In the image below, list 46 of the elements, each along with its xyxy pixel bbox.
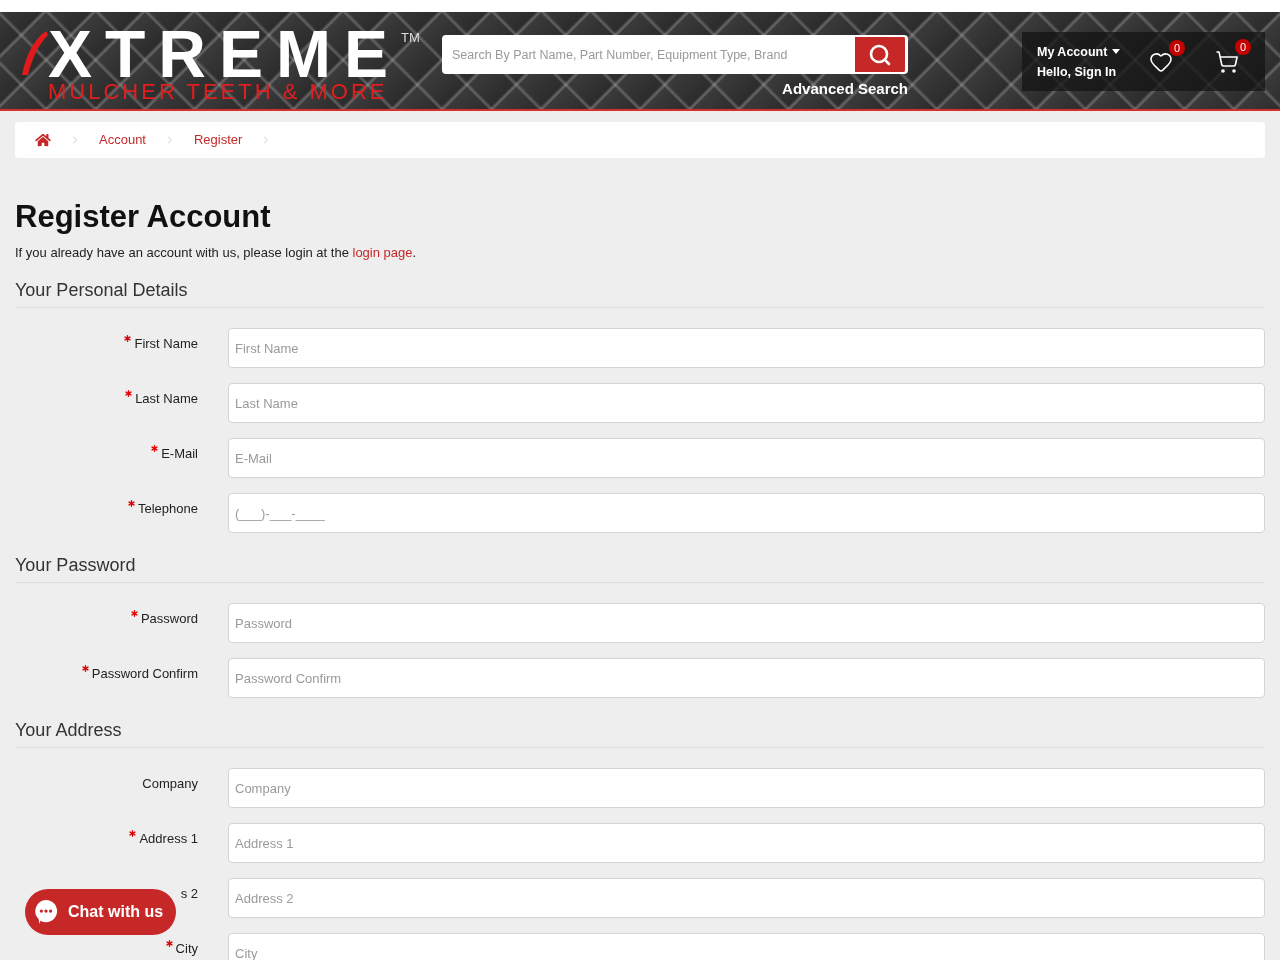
trademark-text: TM	[401, 31, 420, 44]
input-field[interactable]: E-Mail	[228, 438, 1265, 478]
wishlist-count: 0	[1169, 39, 1185, 56]
login-link[interactable]: login page	[352, 245, 413, 260]
cart-icon	[1215, 49, 1239, 74]
input-field[interactable]: (___)-___-____	[228, 493, 1265, 533]
swoosh-icon	[20, 29, 48, 77]
advanced-search-link[interactable]: Advanced Search	[782, 80, 908, 98]
field-label: City	[175, 940, 198, 958]
field-label: Password	[140, 610, 198, 628]
intro-text: If you already have an account with us, please login at the login page.	[15, 244, 417, 262]
home-link[interactable]	[35, 133, 51, 147]
sign-in-link[interactable]: Hello, Sign In	[1037, 63, 1117, 80]
chat-button[interactable]: Chat with us	[25, 889, 177, 935]
breadcrumb-link[interactable]: Account	[99, 130, 146, 150]
my-account-dropdown[interactable]: My Account	[1037, 43, 1142, 60]
logo-tagline: MULCHER TEETH & MORE	[48, 81, 388, 103]
caret-icon	[1112, 49, 1121, 54]
field-label: Last Name	[135, 390, 198, 408]
chat-bubble-icon	[34, 899, 58, 925]
section-title: Your Password	[15, 554, 136, 577]
home-icon	[35, 133, 51, 147]
search-field[interactable]: Search By Part Name, Part Number, Equipment Type, Brand	[442, 35, 855, 74]
field-label: Telephone	[138, 500, 198, 518]
section-title: Your Personal Details	[15, 279, 188, 302]
field-label: First Name	[134, 335, 198, 353]
page-title: Register Account	[15, 198, 271, 236]
search-button[interactable]	[855, 35, 908, 74]
input-field[interactable]: Address 1	[228, 823, 1265, 863]
logo-wordmark: XTREME	[48, 29, 402, 79]
input-field[interactable]: City	[228, 933, 1265, 960]
input-field[interactable]: Company	[228, 768, 1265, 808]
field-label: E-Mail	[161, 445, 198, 463]
field-label: s 2	[180, 885, 198, 903]
field-label: Company	[142, 775, 198, 793]
input-field[interactable]: Password Confirm	[228, 658, 1265, 698]
input-field[interactable]: First Name	[228, 328, 1265, 368]
search-icon	[868, 42, 892, 67]
cart-count: 0	[1235, 38, 1251, 55]
input-field[interactable]: Password	[228, 603, 1265, 643]
field-label: Address 1	[139, 830, 198, 848]
breadcrumb-link[interactable]: Register	[194, 130, 243, 150]
input-field[interactable]: Last Name	[228, 383, 1265, 423]
section-title: Your Address	[15, 719, 122, 742]
field-label: Password Confirm	[91, 665, 198, 683]
input-field[interactable]: Address 2	[228, 878, 1265, 918]
